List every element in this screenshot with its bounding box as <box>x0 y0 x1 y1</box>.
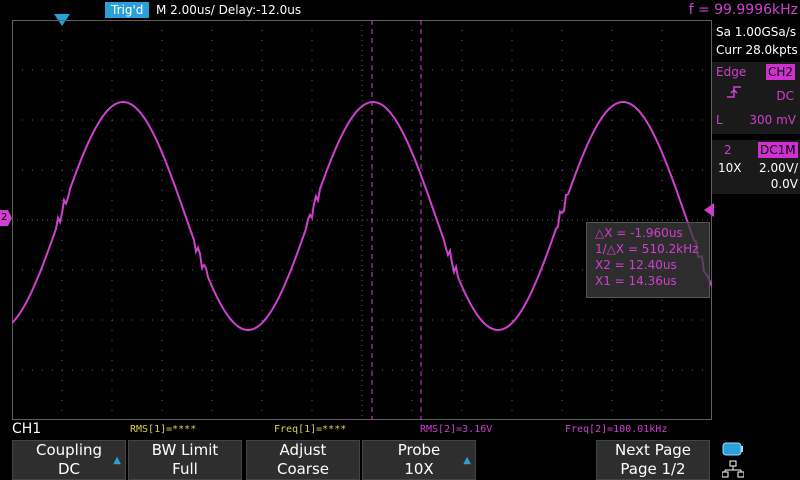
softkey-next-page[interactable]: Next Page Page 1/2 <box>596 440 710 480</box>
trigger-info-panel[interactable]: Edge CH2 DC L 300 mV <box>712 62 800 134</box>
freq2-measurement: Freq[2]=100.01kHz <box>565 424 668 435</box>
memory-depth: Curr 28.0kpts <box>716 43 798 57</box>
softkey-next-page-title: Next Page <box>614 441 692 459</box>
softkey-next-page-value: Page 1/2 <box>620 460 686 478</box>
waveform-display[interactable] <box>12 20 712 420</box>
graticule <box>12 20 712 420</box>
ch2-probe: 10X <box>718 161 742 175</box>
ch2-number: 2 <box>724 143 732 157</box>
ch2-offset-marker-label: 2 <box>1 212 8 223</box>
ch2-coupling: DC1M <box>758 142 798 158</box>
softkey-adjust-value: Coarse <box>276 460 330 478</box>
cursor-x1-value: X1 = 14.36us <box>595 274 677 288</box>
submenu-arrow-icon: ▲ <box>113 455 121 466</box>
softkey-coupling[interactable]: Coupling DC ▲ <box>12 440 126 480</box>
network-icon <box>722 460 744 478</box>
trigger-source: CH2 <box>766 64 796 80</box>
rms1-measurement: RMS[1]=**** <box>130 424 197 435</box>
sample-rate: Sa 1.00GSa/s <box>716 25 797 39</box>
softkey-coupling-value: DC <box>57 460 81 478</box>
softkey-adjust-title: Adjust <box>279 441 327 459</box>
cursor-x2-value: X2 = 12.40us <box>595 258 677 272</box>
timebase-readout[interactable]: M 2.00us/ Delay:-12.0us <box>156 2 301 18</box>
trigger-level-value: 300 mV <box>749 113 796 127</box>
trigger-coupling: DC <box>776 89 794 103</box>
ch2-scale: 2.00V/ <box>759 161 798 175</box>
cursor-delta-x: △X = -1.960us <box>595 226 683 240</box>
submenu-arrow-icon: ▲ <box>463 455 471 466</box>
softkey-probe[interactable]: Probe 10X ▲ <box>362 440 476 480</box>
freq1-measurement: Freq[1]=**** <box>274 424 347 435</box>
trigger-level-marker-icon[interactable] <box>702 203 714 217</box>
trigger-status-badge: Trig'd <box>105 2 150 18</box>
softkey-bw-limit-title: BW Limit <box>151 441 219 459</box>
rms2-measurement: RMS[2]=3.16V <box>420 424 493 435</box>
ch2-info-panel[interactable]: 2 DC1M 10X 2.00V/ 0.0V <box>712 140 800 194</box>
frequency-counter: f = 99.9996kHz <box>688 2 798 18</box>
softkey-adjust[interactable]: Adjust Coarse <box>246 440 360 480</box>
softkey-probe-value: 10X <box>404 460 434 478</box>
trigger-type: Edge <box>716 65 747 79</box>
ch2-offset: 0.0V <box>770 177 798 191</box>
cursor-inverse-delta-x: 1/△X = 510.2kHz <box>595 242 699 256</box>
battery-icon <box>722 442 743 456</box>
active-channel-label: CH1 <box>12 421 42 437</box>
cursor-measurement-box[interactable]: △X = -1.960us 1/△X = 510.2kHz X2 = 12.40… <box>586 222 710 298</box>
softkey-probe-title: Probe <box>397 441 441 459</box>
trigger-level-label: L <box>716 113 723 127</box>
rising-edge-icon <box>727 86 741 98</box>
softkey-coupling-title: Coupling <box>35 441 103 459</box>
softkey-bw-limit[interactable]: BW Limit Full <box>128 440 242 480</box>
softkey-bw-limit-value: Full <box>172 460 198 478</box>
